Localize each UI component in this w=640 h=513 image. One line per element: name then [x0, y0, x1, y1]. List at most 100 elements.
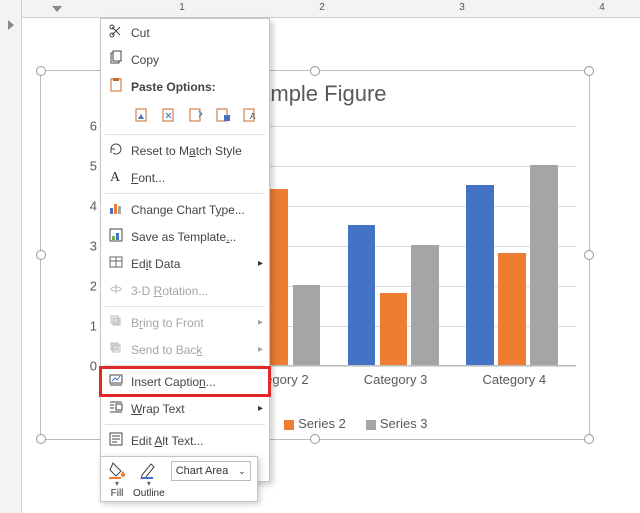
resize-handle[interactable]: [36, 434, 46, 444]
bar: [498, 253, 525, 365]
menu-label: Change Chart Type...: [127, 203, 263, 217]
reset-icon: [105, 141, 127, 160]
send-back-icon: [105, 340, 127, 359]
y-tick-label: 5: [90, 159, 97, 174]
menu-label: Font...: [127, 171, 263, 185]
resize-handle[interactable]: [310, 434, 320, 444]
chart-area-dropdown[interactable]: Chart Area ⌄: [171, 461, 251, 481]
paste-option-4[interactable]: [213, 104, 234, 126]
font-icon: A: [105, 168, 127, 187]
x-tick-label: Category 4: [457, 372, 571, 387]
menu-label: Reset to Match Style: [127, 144, 263, 158]
legend-item: Series 3: [366, 416, 428, 431]
bar: [530, 165, 557, 365]
chevron-down-icon: ⌄: [238, 466, 246, 477]
bar: [411, 245, 438, 365]
menu-change-chart-type[interactable]: Change Chart Type...: [101, 196, 269, 223]
rotation-icon: [105, 281, 127, 300]
vertical-ruler: [0, 0, 22, 513]
save-template-icon: [105, 227, 127, 246]
menu-label: 3-D Rotation...: [127, 284, 263, 298]
y-tick-label: 4: [90, 199, 97, 214]
bar: [293, 285, 320, 365]
outline-button[interactable]: ▾ Outline: [133, 461, 165, 499]
chevron-right-icon: ▸: [258, 403, 263, 414]
y-tick-label: 3: [90, 239, 97, 254]
bar: [466, 185, 493, 365]
menu-label: Copy: [131, 53, 159, 67]
legend-label: Series 2: [298, 416, 346, 431]
mini-toolbar: ▾ Fill ▾ Outline Chart Area ⌄: [100, 456, 258, 502]
menu-label: Edit Alt Text...: [127, 434, 263, 448]
paste-option-1[interactable]: [131, 104, 152, 126]
outline-icon: [139, 461, 159, 479]
ruler-number: 1: [179, 2, 185, 13]
menu-label: Send to Back: [127, 343, 263, 357]
table-icon: [105, 254, 127, 273]
menu-send-back: Send to Back ▸: [101, 336, 269, 363]
menu-alt-text[interactable]: Edit Alt Text...: [101, 427, 269, 454]
chevron-right-icon: ▸: [258, 317, 263, 328]
x-tick-label: Category 3: [339, 372, 453, 387]
copy-icon: [105, 50, 127, 69]
resize-handle[interactable]: [36, 250, 46, 260]
menu-label: Wrap Text: [127, 402, 263, 416]
menu-insert-caption[interactable]: Insert Caption...: [101, 368, 269, 395]
menu-wrap-text[interactable]: Wrap Text ▸: [101, 395, 269, 422]
menu-save-template[interactable]: Save as Template...: [101, 223, 269, 250]
clipboard-icon: [105, 77, 127, 96]
menu-bring-front: Bring to Front ▸: [101, 309, 269, 336]
resize-handle[interactable]: [584, 434, 594, 444]
outline-label: Outline: [133, 488, 165, 499]
menu-label: Paste Options:: [131, 80, 216, 94]
bar-chart-icon: [105, 200, 127, 219]
chevron-right-icon: ▸: [258, 258, 263, 269]
alt-text-icon: [105, 431, 127, 450]
bring-front-icon: [105, 313, 127, 332]
menu-label: Insert Caption...: [127, 375, 263, 389]
y-tick-label: 6: [90, 119, 97, 134]
menu-reset-style[interactable]: Reset to Match Style: [101, 137, 269, 164]
legend-item: Series 2: [284, 416, 346, 431]
paste-option-2[interactable]: [158, 104, 179, 126]
svg-text:A: A: [250, 112, 256, 121]
paste-options-row: A: [101, 100, 269, 132]
menu-label: Bring to Front: [127, 316, 263, 330]
menu-label: Cut: [131, 26, 150, 40]
resize-handle[interactable]: [584, 250, 594, 260]
menu-label: Edit Data: [127, 257, 263, 271]
y-tick-label: 0: [90, 359, 97, 374]
scissors-icon: [105, 23, 127, 42]
resize-handle[interactable]: [584, 66, 594, 76]
chart-context-menu: Cut Copy Paste Options: A Reset to Match…: [100, 18, 270, 482]
dropdown-value: Chart Area: [176, 465, 229, 477]
menu-font[interactable]: A Font...: [101, 164, 269, 191]
caption-icon: [105, 372, 127, 391]
fill-button[interactable]: ▾ Fill: [107, 461, 127, 499]
ruler-number: 2: [319, 2, 325, 13]
y-tick-label: 2: [90, 279, 97, 294]
paste-option-3[interactable]: [185, 104, 206, 126]
resize-handle[interactable]: [310, 66, 320, 76]
menu-cut[interactable]: Cut: [101, 19, 269, 46]
y-tick-label: 1: [90, 319, 97, 334]
ruler-number: 4: [599, 2, 605, 13]
ruler-number: 3: [459, 2, 465, 13]
svg-text:A: A: [110, 170, 121, 184]
bar: [348, 225, 375, 365]
chevron-right-icon: ▸: [258, 344, 263, 355]
fill-label: Fill: [111, 488, 124, 499]
menu-paste-options: Paste Options:: [101, 73, 269, 100]
menu-3d-rotation: 3-D Rotation...: [101, 277, 269, 304]
wrap-text-icon: [105, 399, 127, 418]
legend-swatch: [284, 420, 294, 430]
bar: [380, 293, 407, 365]
legend-label: Series 3: [380, 416, 428, 431]
menu-label: Save as Template...: [127, 230, 263, 244]
horizontal-ruler: 1 2 3 4: [22, 0, 640, 18]
resize-handle[interactable]: [36, 66, 46, 76]
paste-option-5[interactable]: A: [240, 104, 261, 126]
legend-swatch: [366, 420, 376, 430]
menu-copy[interactable]: Copy: [101, 46, 269, 73]
menu-edit-data[interactable]: Edit Data ▸: [101, 250, 269, 277]
